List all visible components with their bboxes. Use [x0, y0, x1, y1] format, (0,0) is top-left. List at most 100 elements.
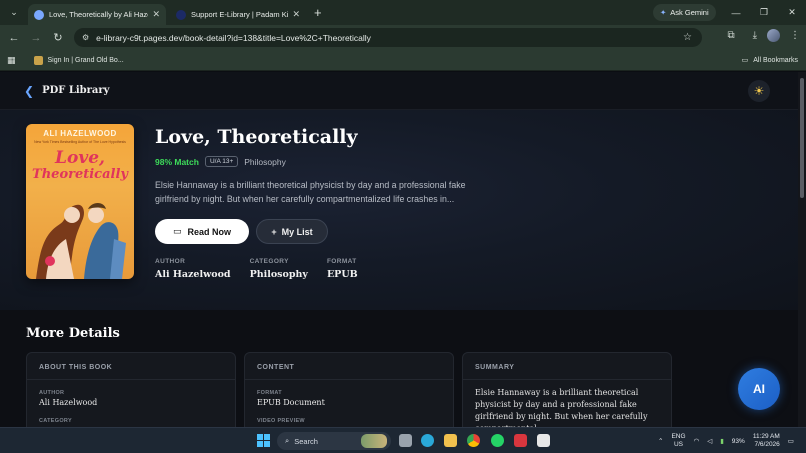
close-tab-icon[interactable]: ✕ — [152, 9, 160, 20]
battery-icon[interactable]: ▮ — [720, 437, 724, 445]
notification-icon[interactable]: ▭ — [788, 437, 794, 445]
address-bar[interactable]: ⚙ e-library-c9t.pages.dev/book-detail?id… — [74, 28, 702, 47]
region-code: US — [673, 441, 684, 448]
language-indicator[interactable]: ENG US — [671, 433, 685, 449]
browser-toolbar: ← → ↻ ⚙ e-library-c9t.pages.dev/book-det… — [0, 25, 806, 50]
card-header: CONTENT — [257, 364, 295, 371]
clock-time: 11:29 AM — [752, 433, 780, 440]
minimize-icon[interactable]: — — [722, 0, 750, 25]
window-controls: — ❐ ✕ — [722, 0, 806, 25]
download-icon[interactable]: ⤓ — [753, 30, 757, 41]
all-bookmarks-button[interactable]: ▭ All Bookmarks — [742, 56, 798, 65]
tab-search-chevron-icon[interactable]: ⌄ — [3, 3, 25, 23]
ai-assistant-button[interactable]: AI — [738, 368, 780, 410]
category-label: CATEGORY — [39, 418, 72, 424]
book-cover: ALI HAZELWOOD New York Times Bestselling… — [26, 124, 134, 279]
reload-icon[interactable]: ↻ — [47, 31, 69, 44]
page-scrollbar[interactable] — [798, 72, 806, 427]
bookmark-label: Sign In | Grand Old Bo... — [47, 56, 124, 64]
toolbar-actions: ⧉ ⤓ ⋮ — [727, 29, 800, 42]
apps-grid-icon[interactable]: ▦ — [7, 55, 16, 66]
search-highlight-image — [361, 434, 387, 448]
volume-icon[interactable]: ◁ — [707, 437, 712, 445]
tab-title: Support E-Library | Padam Kishore — [191, 10, 288, 19]
app-header: ❮ PDF Library ☀ — [0, 72, 798, 110]
whatsapp-icon[interactable] — [491, 434, 504, 447]
author-label: AUTHOR — [39, 390, 65, 396]
restore-icon[interactable]: ❐ — [750, 0, 778, 25]
tab-love-theoretically[interactable]: Love, Theoretically by Ali Hazelwo ✕ — [28, 4, 166, 25]
back-chevron-icon[interactable]: ❮ — [24, 84, 34, 98]
new-tab-button[interactable]: + — [314, 5, 322, 20]
author-value: Ali Hazelwood — [39, 398, 98, 407]
bookmark-item[interactable]: Sign In | Grand Old Bo... — [33, 55, 124, 65]
app-calendar-icon[interactable] — [537, 434, 550, 447]
summary-card: SUMMARY Elsie Hannaway is a brilliant th… — [462, 352, 672, 427]
task-view-icon[interactable] — [399, 434, 412, 447]
plus-icon: + — [271, 226, 277, 237]
system-tray: ⌃ ENG US ◠ ◁ ▮ 93% 11:29 AM 7/6/2026 ▭ — [658, 428, 794, 453]
close-window-icon[interactable]: ✕ — [778, 0, 806, 25]
fact-label: CATEGORY — [249, 258, 289, 265]
card-divider — [27, 379, 235, 380]
fact-category: CATEGORY Philosophy — [250, 258, 308, 280]
card-header: SUMMARY — [475, 364, 515, 371]
video-preview-label: VIDEO PREVIEW — [257, 418, 305, 424]
sun-icon[interactable]: ☀ — [748, 80, 770, 102]
more-menu-icon[interactable]: ⋮ — [790, 30, 800, 41]
summary-text: Elsie Hannaway is a brilliant theoretica… — [475, 388, 648, 427]
format-value: EPUB Document — [257, 398, 325, 407]
extensions-icon[interactable]: ⧉ — [727, 30, 734, 41]
cover-blurb: New York Times Bestselling Author of The… — [34, 140, 126, 144]
forward-arrow-icon[interactable]: → — [25, 32, 47, 44]
battery-percent: 93% — [731, 437, 745, 445]
site-favicon-icon — [176, 9, 186, 20]
fact-format: FORMAT EPUB — [327, 258, 358, 280]
ask-gemini-button[interactable]: ✦ Ask Gemini — [653, 4, 716, 21]
read-now-button[interactable]: ▭ Read Now — [155, 219, 249, 244]
language-code: ENG — [671, 433, 686, 440]
fact-value: Ali Hazelwood — [155, 269, 231, 280]
tab-title: Love, Theoretically by Ali Hazelwo — [49, 10, 148, 19]
site-info-icon[interactable]: ⚙ — [82, 33, 89, 42]
book-meta-row: 98% Match U/A 13+ Philosophy — [155, 156, 286, 167]
match-score: 98% Match — [155, 156, 199, 167]
app-red-icon[interactable] — [514, 434, 527, 447]
search-label: Search — [294, 436, 318, 446]
file-explorer-icon[interactable] — [444, 434, 457, 447]
format-label: FORMAT — [257, 390, 282, 396]
book-facts: AUTHOR Ali Hazelwood CATEGORY Philosophy… — [155, 258, 358, 280]
close-tab-icon[interactable]: ✕ — [292, 9, 300, 20]
windows-taskbar: ⌕ Search ⌃ ENG US ◠ ◁ ▮ 93% 11:29 AM 7/6… — [0, 427, 806, 453]
my-list-button[interactable]: + My List — [256, 219, 328, 244]
brand-title[interactable]: PDF Library — [42, 85, 109, 96]
web-page: ❮ PDF Library ☀ ALI HAZELWOOD New York T… — [0, 72, 798, 427]
fact-value: EPUB — [326, 269, 358, 280]
back-arrow-icon[interactable]: ← — [3, 32, 25, 44]
scrollbar-thumb[interactable] — [800, 78, 804, 198]
card-divider — [245, 379, 453, 380]
open-book-icon: ▭ — [172, 226, 182, 236]
cover-author: ALI HAZELWOOD — [43, 129, 117, 138]
bookmark-star-icon[interactable]: ☆ — [683, 32, 692, 43]
edge-icon[interactable] — [421, 434, 434, 447]
chrome-icon[interactable] — [467, 434, 480, 447]
clock[interactable]: 11:29 AM 7/6/2026 — [753, 433, 780, 449]
chevron-up-icon[interactable]: ⌃ — [658, 437, 663, 445]
clock-date: 7/6/2026 — [754, 441, 780, 448]
windows-start-icon[interactable] — [257, 434, 270, 447]
tab-support-elibrary[interactable]: Support E-Library | Padam Kishore ✕ — [170, 4, 306, 25]
more-details-heading: More Details — [26, 326, 120, 341]
screen: ⌄ Love, Theoretically by Ali Hazelwo ✕ S… — [0, 0, 806, 453]
read-now-label: Read Now — [187, 226, 232, 237]
card-divider — [463, 379, 671, 380]
card-header: ABOUT THIS BOOK — [39, 364, 113, 371]
search-icon: ⌕ — [285, 436, 290, 445]
age-rating-badge: U/A 13+ — [204, 156, 239, 167]
wifi-icon[interactable]: ◠ — [694, 437, 700, 445]
fact-author: AUTHOR Ali Hazelwood — [155, 258, 231, 280]
taskbar-search[interactable]: ⌕ Search — [277, 432, 391, 450]
book-description: Elsie Hannaway is a brilliant theoretica… — [155, 180, 466, 204]
fact-label: AUTHOR — [155, 258, 186, 265]
profile-avatar[interactable] — [767, 29, 780, 42]
